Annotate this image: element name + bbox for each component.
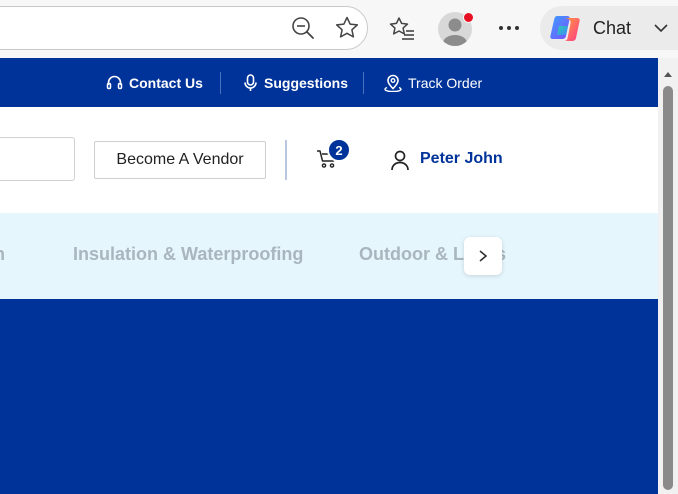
search-input[interactable] <box>0 137 75 181</box>
track-order-label: Track Order <box>408 74 483 91</box>
category-next-button[interactable] <box>464 237 502 275</box>
chevron-down-icon[interactable] <box>653 22 669 34</box>
star-icon[interactable] <box>334 15 360 41</box>
copilot-label: Chat <box>593 18 632 38</box>
suggestions-link[interactable]: Suggestions <box>243 58 348 107</box>
microphone-icon <box>243 73 258 92</box>
topbar-divider <box>220 72 221 94</box>
more-icon[interactable] <box>497 20 521 36</box>
contact-us-link[interactable]: Contact Us <box>106 58 203 107</box>
scroll-up-arrow-icon[interactable] <box>663 65 673 83</box>
top-utility-bar: Contact Us Suggestions Track Order <box>0 58 658 107</box>
category-bar: on Insulation & Waterproofing Outdoor & … <box>0 213 658 299</box>
user-name[interactable]: Peter John <box>420 150 503 168</box>
category-item[interactable]: on <box>0 244 5 265</box>
chevron-right-icon <box>479 250 488 262</box>
header-divider <box>285 140 287 180</box>
track-order-link[interactable]: Track Order <box>384 58 482 107</box>
notification-dot <box>463 12 474 23</box>
copilot-icon <box>549 12 583 44</box>
headset-icon <box>106 74 123 91</box>
scrollbar-thumb[interactable] <box>663 86 673 490</box>
user-icon[interactable] <box>389 149 411 176</box>
location-pin-icon <box>384 74 402 92</box>
suggestions-label: Suggestions <box>264 74 349 91</box>
category-item[interactable]: Insulation & Waterproofing <box>73 244 303 265</box>
hero-banner <box>0 299 658 494</box>
browser-toolbar: Chat <box>0 0 678 58</box>
contact-us-label: Contact Us <box>129 74 203 91</box>
zoom-out-icon[interactable] <box>290 15 316 41</box>
copilot-button[interactable]: Chat <box>540 6 678 50</box>
cart-count-badge: 2 <box>327 138 351 162</box>
favorites-list-icon[interactable] <box>388 15 416 41</box>
topbar-divider <box>363 72 364 94</box>
page-scrollbar[interactable] <box>658 58 678 494</box>
site-header: Become A Vendor 2 Peter John <box>0 107 658 213</box>
become-vendor-button[interactable]: Become A Vendor <box>94 141 266 179</box>
